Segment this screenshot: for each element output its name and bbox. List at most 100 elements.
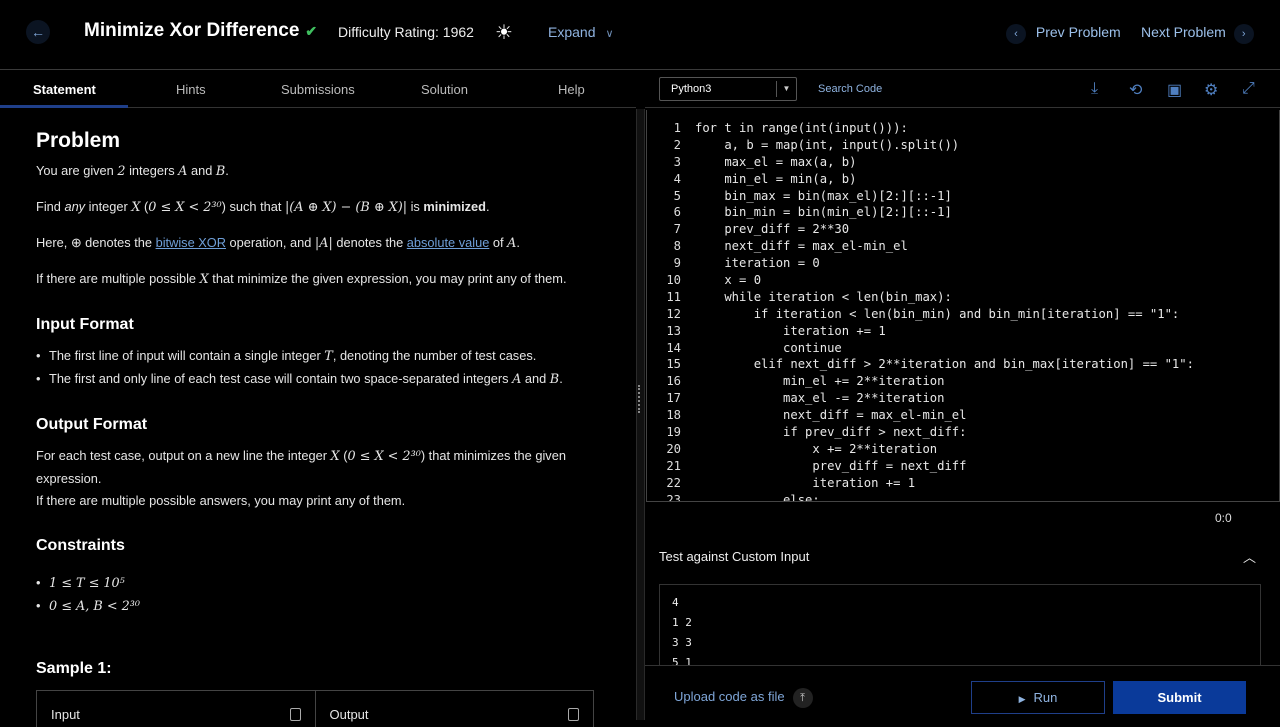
line-number: 10 [666, 273, 681, 288]
code-line[interactable]: 11 while iteration < len(bin_max): [647, 289, 1279, 306]
code-text[interactable]: min_el = min(a, b) [695, 172, 856, 186]
code-line[interactable]: 14 continue [647, 340, 1279, 357]
code-line[interactable]: 6 bin_min = bin(min_el)[2:][::-1] [647, 204, 1279, 221]
code-line[interactable]: 3 max_el = max(a, b) [647, 154, 1279, 171]
code-line[interactable]: 17 max_el -= 2**iteration [647, 390, 1279, 407]
chevron-down-icon: ∨ [605, 28, 614, 40]
code-line[interactable]: 23 else: [647, 492, 1279, 502]
code-line[interactable]: 20 x += 2**iteration [647, 441, 1279, 458]
code-line[interactable]: 21 prev_diff = next_diff [647, 458, 1279, 475]
resize-grip-icon[interactable] [638, 385, 642, 413]
copy-icon[interactable] [289, 708, 301, 721]
code-text[interactable]: a, b = map(int, input().split()) [695, 138, 959, 152]
expand-button[interactable]: Expand ∨ [548, 24, 614, 40]
text: . [559, 371, 563, 386]
math: 0 ≤ X < 2³⁰ [148, 200, 222, 215]
code-text[interactable]: if prev_diff > next_diff: [695, 425, 966, 439]
custom-input-title[interactable]: Test against Custom Input [659, 549, 809, 564]
next-problem-button[interactable]: Next Problem › [1141, 24, 1254, 44]
text: The first and only line of each test cas… [49, 371, 513, 386]
line-number: 21 [666, 458, 681, 473]
upload-code-button[interactable]: Upload code as file ⤒ [674, 688, 813, 708]
code-line[interactable]: 2 a, b = map(int, input().split()) [647, 137, 1279, 154]
list-item: 1 ≤ T ≤ 10⁵ [36, 572, 620, 595]
run-button[interactable]: ▶ Run [971, 681, 1105, 714]
code-text[interactable]: for t in range(int(input())): [695, 121, 908, 135]
settings-gear-icon[interactable]: ⚙ [1204, 80, 1218, 100]
code-line[interactable]: 8 next_diff = max_el-min_el [647, 238, 1279, 255]
problem-paragraphs: You are given 2 integers A and B. Find an… [36, 160, 620, 291]
code-line[interactable]: 15 elif next_diff > 2**iteration and bin… [647, 356, 1279, 373]
code-line[interactable]: 13 iteration += 1 [647, 323, 1279, 340]
code-text[interactable]: x = 0 [695, 273, 761, 287]
language-select[interactable]: Python3 ▼ [659, 77, 797, 101]
link[interactable]: bitwise XOR [156, 235, 226, 250]
line-number: 16 [666, 374, 681, 389]
code-text[interactable]: iteration = 0 [695, 256, 819, 270]
search-code-button[interactable]: Search Code [818, 83, 882, 95]
code-text[interactable]: max_el = max(a, b) [695, 155, 856, 169]
line-number: 6 [673, 205, 681, 220]
code-text[interactable]: else: [695, 493, 820, 501]
code-text[interactable]: next_diff = max_el-min_el [695, 408, 966, 422]
line-number: 7 [673, 222, 681, 237]
code-text[interactable]: max_el -= 2**iteration [695, 391, 944, 405]
code-line[interactable]: 18 next_diff = max_el-min_el [647, 407, 1279, 424]
code-text[interactable]: bin_min = bin(min_el)[2:][::-1] [695, 205, 951, 219]
code-text[interactable]: iteration += 1 [695, 324, 886, 338]
code-text[interactable]: elif next_diff > 2**iteration and bin_ma… [695, 357, 1194, 371]
output-format-heading: Output Format [36, 416, 148, 433]
code-lines[interactable]: 1 for t in range(int(input())): 2 a, b = m… [647, 110, 1279, 502]
download-icon[interactable]: ⤓ [1091, 80, 1098, 98]
code-line[interactable]: 19 if prev_diff > next_diff: [647, 424, 1279, 441]
math: |A| [314, 236, 333, 251]
submit-button[interactable]: Submit [1113, 681, 1246, 714]
copy-icon[interactable] [568, 708, 579, 721]
prev-problem-button[interactable]: ‹ Prev Problem [1006, 24, 1121, 44]
code-line[interactable]: 22 iteration += 1 [647, 475, 1279, 492]
code-text[interactable]: next_diff = max_el-min_el [695, 239, 907, 253]
custom-input-textarea[interactable]: 4 1 2 3 3 5 1 [659, 584, 1261, 666]
reset-code-icon[interactable]: ⟲ [1129, 80, 1142, 100]
header: ← Minimize Xor Difference ✔ Difficulty Ra… [0, 0, 1280, 70]
back-arrow-icon[interactable]: ← [26, 20, 50, 44]
tab-help[interactable]: Help [558, 82, 585, 97]
code-text[interactable]: x += 2**iteration [695, 442, 937, 456]
code-line[interactable]: 5 bin_max = bin(max_el)[2:][::-1] [647, 188, 1279, 205]
emphasis: any [64, 199, 86, 214]
next-label: Next Problem [1141, 24, 1226, 40]
save-icon[interactable]: ▣ [1167, 80, 1182, 100]
code-text[interactable]: min_el += 2**iteration [695, 374, 944, 388]
code-line[interactable]: 7 prev_diff = 2**30 [647, 221, 1279, 238]
code-line[interactable]: 9 iteration = 0 [647, 255, 1279, 272]
list-item: The first and only line of each test cas… [36, 368, 620, 391]
code-text[interactable]: prev_diff = 2**30 [695, 222, 849, 236]
tab-solution[interactable]: Solution [421, 82, 468, 97]
tab-statement[interactable]: Statement [33, 82, 96, 97]
code-line[interactable]: 12 if iteration < len(bin_min) and bin_m… [647, 306, 1279, 323]
code-text[interactable]: continue [695, 341, 842, 355]
code-editor[interactable]: 1 for t in range(int(input())): 2 a, b = m… [646, 110, 1280, 502]
theme-toggle-sun-icon[interactable]: ☀ [495, 20, 513, 45]
text: and [187, 163, 216, 178]
line-number: 23 [666, 492, 681, 502]
code-text[interactable]: bin_max = bin(max_el)[2:][::-1] [695, 189, 951, 203]
code-line[interactable]: 10 x = 0 [647, 272, 1279, 289]
tab-hints[interactable]: Hints [176, 82, 206, 97]
chevron-up-icon[interactable]: ︿ [1243, 547, 1256, 566]
fullscreen-icon[interactable]: ⤢ [1242, 80, 1255, 98]
code-line[interactable]: 4 min_el = min(a, b) [647, 171, 1279, 188]
text: . [485, 199, 490, 214]
code-text[interactable]: prev_diff = next_diff [695, 459, 966, 473]
code-line[interactable]: 1 for t in range(int(input())): [647, 120, 1279, 137]
code-text[interactable]: if iteration < len(bin_min) and bin_min[… [695, 307, 1180, 321]
panel-resize-handle[interactable] [636, 109, 645, 720]
code-text[interactable]: while iteration < len(bin_max): [695, 290, 951, 304]
code-text[interactable]: iteration += 1 [695, 476, 915, 490]
tab-submissions[interactable]: Submissions [281, 82, 355, 97]
code-line[interactable]: 16 min_el += 2**iteration [647, 373, 1279, 390]
dropdown-caret-icon: ▼ [776, 81, 796, 97]
line-number: 11 [666, 289, 681, 304]
cursor-position: 0:0 [1215, 511, 1232, 525]
link[interactable]: absolute value [407, 235, 490, 250]
